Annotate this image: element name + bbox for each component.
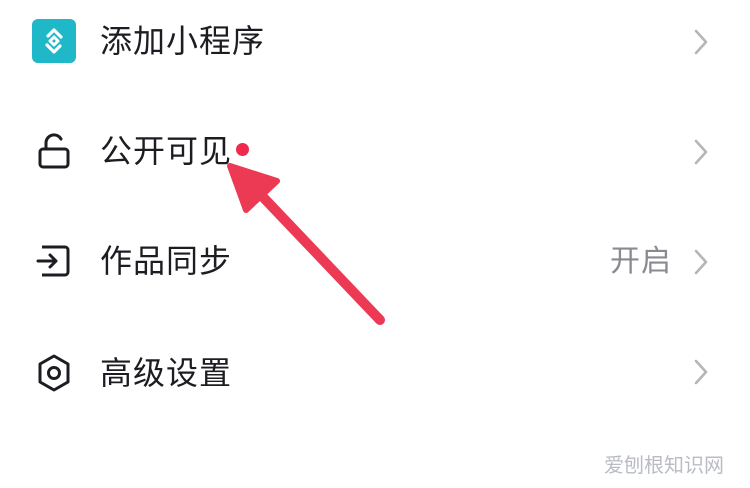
chevron-right-icon <box>690 26 712 58</box>
menu-item-label: 作品同步 <box>100 242 233 280</box>
settings-screen: 添加小程序 公开可见 作品同步 开启 高级设置 爱刨根知识网 <box>0 0 750 488</box>
miniprogram-icon <box>32 19 76 63</box>
unlock-icon <box>32 129 76 173</box>
menu-item-works-sync[interactable]: 作品同步 开启 <box>0 206 750 316</box>
menu-item-add-miniprogram[interactable]: 添加小程序 <box>0 0 750 96</box>
notification-dot <box>236 143 249 156</box>
chevron-right-icon <box>690 356 712 388</box>
menu-item-label: 公开可见 <box>100 132 233 170</box>
menu-item-label: 高级设置 <box>100 354 233 392</box>
sync-export-icon <box>32 239 76 283</box>
hexagon-settings-icon <box>32 351 76 395</box>
menu-item-advanced-settings[interactable]: 高级设置 <box>0 316 750 426</box>
watermark: 爱刨根知识网 <box>604 453 724 477</box>
chevron-right-icon <box>690 136 712 168</box>
chevron-right-icon <box>690 246 712 278</box>
sync-status-value: 开启 <box>610 244 672 279</box>
menu-item-label: 添加小程序 <box>100 22 266 60</box>
menu-item-public-visibility[interactable]: 公开可见 <box>0 96 750 206</box>
